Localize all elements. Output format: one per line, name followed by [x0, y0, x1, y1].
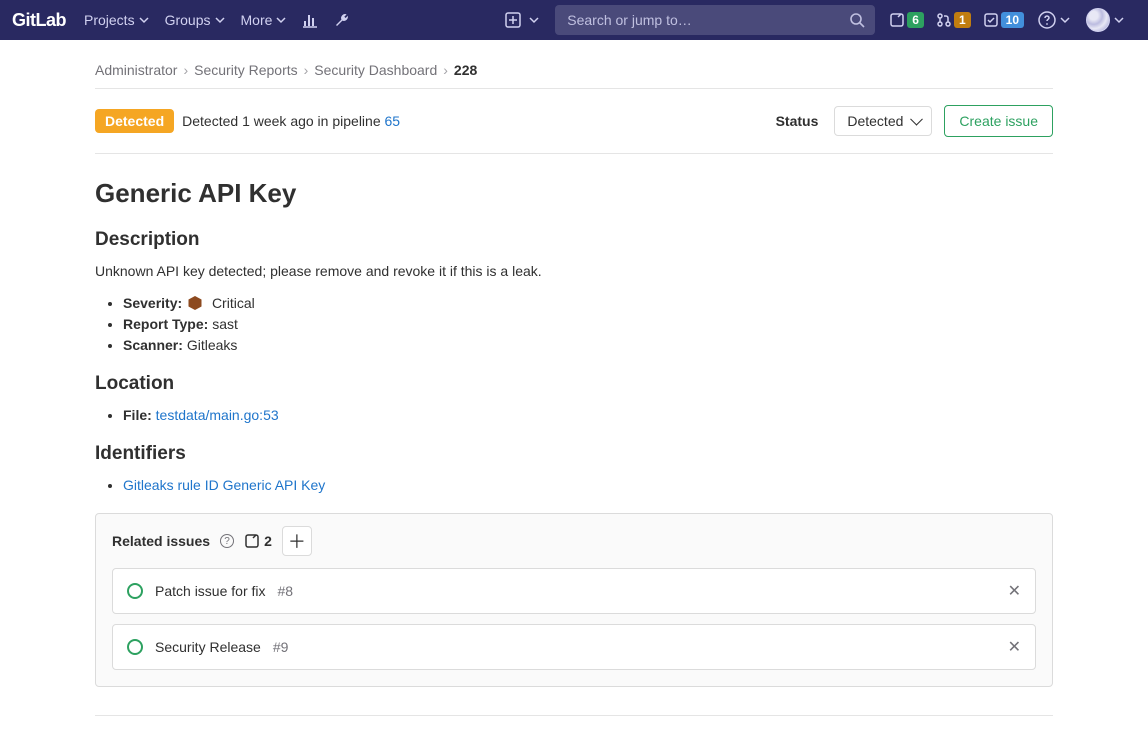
- issues-counter[interactable]: 6: [883, 8, 930, 32]
- search-input[interactable]: [555, 5, 875, 35]
- search-wrap: [555, 5, 875, 35]
- crumb-sep: ›: [304, 62, 309, 78]
- related-issues-header: Related issues ? 2 ＋: [96, 514, 1052, 568]
- page-container: Administrator › Security Reports › Secur…: [79, 40, 1069, 756]
- scanner-label: Scanner:: [123, 337, 183, 353]
- chevron-down-icon: [139, 15, 149, 25]
- page-title: Generic API Key: [95, 178, 1053, 209]
- crumb-security-reports[interactable]: Security Reports: [194, 62, 297, 78]
- new-dropdown[interactable]: [497, 6, 529, 34]
- issue-ref: #9: [273, 639, 289, 655]
- crumb-current: 228: [454, 62, 477, 78]
- nav-left: Projects Groups More: [76, 6, 358, 34]
- nav-projects[interactable]: Projects: [76, 6, 157, 34]
- help-icon[interactable]: ?: [220, 534, 234, 548]
- identifier-row: Gitleaks rule ID Generic API Key: [123, 477, 1053, 493]
- location-heading: Location: [95, 373, 1053, 395]
- chevron-down-icon: [529, 15, 539, 25]
- top-navbar: GitLab Projects Groups More: [0, 0, 1148, 40]
- user-menu[interactable]: [1078, 2, 1132, 38]
- pipeline-link[interactable]: 65: [385, 113, 401, 129]
- help-dropdown[interactable]: [1030, 5, 1078, 35]
- wrench-icon[interactable]: [326, 6, 358, 34]
- issue-open-icon: [127, 583, 143, 599]
- question-circle-icon: [1038, 11, 1056, 29]
- related-issue-row[interactable]: Security Release #9 ✕: [112, 624, 1036, 670]
- todos-counter[interactable]: 10: [977, 8, 1030, 32]
- severity-label: Severity:: [123, 295, 182, 311]
- identifiers-heading: Identifiers: [95, 443, 1053, 465]
- description-text: Unknown API key detected; please remove …: [95, 263, 1053, 279]
- chevron-down-icon: [1114, 15, 1124, 25]
- identifier-link[interactable]: Gitleaks rule ID Generic API Key: [123, 477, 325, 493]
- issues-count: 6: [907, 12, 924, 28]
- nav-more-label: More: [241, 12, 273, 28]
- new-dropdown-chevron[interactable]: [529, 9, 547, 31]
- bar-chart-icon: [302, 12, 318, 28]
- report-type-label: Report Type:: [123, 316, 208, 332]
- create-issue-button[interactable]: Create issue: [944, 105, 1053, 137]
- search-icon[interactable]: [849, 12, 865, 28]
- location-list: File: testdata/main.go:53: [95, 407, 1053, 423]
- add-related-issue-button[interactable]: ＋: [282, 526, 312, 556]
- status-row: Detected Detected 1 week ago in pipeline…: [95, 89, 1053, 154]
- remove-related-issue-button[interactable]: ✕: [1008, 637, 1021, 657]
- related-issues-panel: Related issues ? 2 ＋ Patch issue for fix…: [95, 513, 1053, 687]
- todo-icon: [983, 12, 999, 28]
- chevron-down-icon: [215, 15, 225, 25]
- severity-row: Severity: Critical: [123, 295, 1053, 311]
- chevron-down-icon: [276, 15, 286, 25]
- analytics-icon[interactable]: [294, 6, 326, 34]
- crumb-admin[interactable]: Administrator: [95, 62, 177, 78]
- file-label: File:: [123, 407, 152, 423]
- related-issue-row[interactable]: Patch issue for fix #8 ✕: [112, 568, 1036, 614]
- severity-value: Critical: [212, 295, 255, 311]
- issue-icon: [244, 533, 260, 549]
- scanner-value: Gitleaks: [187, 337, 238, 353]
- breadcrumb: Administrator › Security Reports › Secur…: [95, 52, 1053, 89]
- plus-box-icon: [505, 12, 521, 28]
- meta-list: Severity: Critical Report Type: sast Sca…: [95, 295, 1053, 353]
- remove-related-issue-button[interactable]: ✕: [1008, 581, 1021, 601]
- description-heading: Description: [95, 229, 1053, 251]
- todos-count: 10: [1001, 12, 1024, 28]
- file-row: File: testdata/main.go:53: [123, 407, 1053, 423]
- issue-title: Patch issue for fix: [155, 583, 266, 599]
- crumb-sep: ›: [443, 62, 448, 78]
- scanner-row: Scanner: Gitleaks: [123, 337, 1053, 353]
- mr-counter[interactable]: 1: [930, 8, 977, 32]
- status-label: Status: [776, 113, 819, 129]
- crumb-security-dashboard[interactable]: Security Dashboard: [314, 62, 437, 78]
- report-type-row: Report Type: sast: [123, 316, 1053, 332]
- status-text-body: Detected 1 week ago in pipeline: [182, 113, 384, 129]
- status-pill: Detected: [95, 109, 174, 133]
- brand-logo[interactable]: GitLab: [8, 10, 76, 31]
- mr-count: 1: [954, 12, 971, 28]
- bottom-divider: [95, 715, 1053, 716]
- nav-projects-label: Projects: [84, 12, 135, 28]
- issue-title: Security Release: [155, 639, 261, 655]
- status-dropdown[interactable]: Detected: [834, 106, 932, 136]
- identifiers-list: Gitleaks rule ID Generic API Key: [95, 477, 1053, 493]
- nav-groups-label: Groups: [165, 12, 211, 28]
- nav-groups[interactable]: Groups: [157, 6, 233, 34]
- related-issues-body: Patch issue for fix #8 ✕ Security Releas…: [96, 568, 1052, 686]
- issue-icon: [889, 12, 905, 28]
- merge-request-icon: [936, 12, 952, 28]
- related-issues-count-value: 2: [264, 533, 272, 549]
- wrench-icon: [334, 12, 350, 28]
- status-text: Detected 1 week ago in pipeline 65: [182, 113, 400, 129]
- nav-more[interactable]: More: [233, 6, 295, 34]
- avatar: [1086, 8, 1110, 32]
- issue-open-icon: [127, 639, 143, 655]
- crumb-sep: ›: [183, 62, 188, 78]
- chevron-down-icon: [1060, 15, 1070, 25]
- issue-ref: #8: [278, 583, 294, 599]
- file-link[interactable]: testdata/main.go:53: [156, 407, 279, 423]
- related-issues-title: Related issues: [112, 533, 210, 549]
- severity-critical-icon: [188, 296, 202, 310]
- related-issues-count: 2: [244, 533, 272, 549]
- report-type-value: sast: [212, 316, 238, 332]
